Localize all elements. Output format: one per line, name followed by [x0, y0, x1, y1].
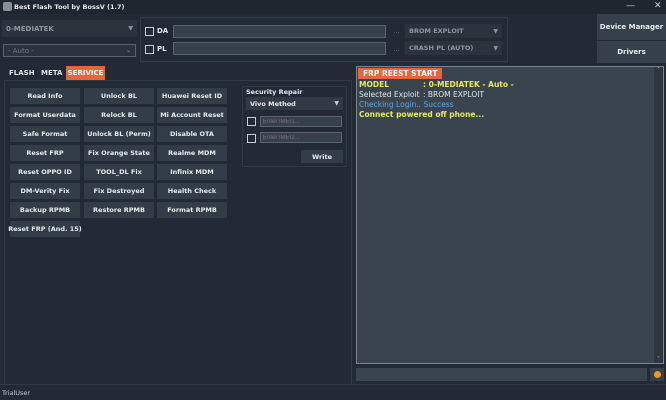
imei1-input[interactable]: [260, 116, 342, 127]
service-button-safe-format[interactable]: Safe Format: [10, 126, 80, 142]
pl-browse-button[interactable]: ...: [393, 45, 400, 53]
service-button-huawei-reset-id[interactable]: Huawei Reset ID: [157, 88, 227, 104]
da-label: DA: [157, 27, 169, 35]
log-scrollbar[interactable]: ˄ ˅: [654, 67, 663, 363]
service-button-restore-rpmb[interactable]: Restore RPMB: [84, 202, 154, 218]
service-button-backup-rpmb[interactable]: Backup RPMB: [10, 202, 80, 218]
service-button-format-userdata[interactable]: Format Userdata: [10, 107, 80, 123]
service-button-format-rpmb[interactable]: Format RPMB: [157, 202, 227, 218]
service-button-reset-oppo-id[interactable]: Reset OPPO ID: [10, 164, 80, 180]
da-select-value: BROM EXPLOIT: [409, 27, 464, 35]
log-header: FRP REEST START: [358, 68, 443, 79]
imei2-checkbox[interactable]: [247, 134, 256, 143]
da-browse-button[interactable]: ...: [393, 27, 400, 35]
app-icon: [3, 2, 12, 11]
log-panel: FRP REEST START MODEL : 0-MEDIATEK - Auto…: [356, 66, 664, 364]
log-key: MODEL: [359, 80, 389, 89]
log-value: : BROM EXPLOIT: [423, 90, 485, 99]
pl-select[interactable]: CRASH PL (AUTO) ▼: [405, 41, 502, 55]
scroll-up-icon[interactable]: ˄: [654, 67, 663, 74]
da-checkbox[interactable]: [145, 27, 154, 36]
chevron-down-icon: ▼: [334, 100, 339, 107]
chevron-down-icon: ▼: [128, 25, 133, 32]
log-key: Selected Exploit: [359, 90, 420, 99]
service-button-reset-frp[interactable]: Reset FRP: [10, 145, 80, 161]
drivers-button[interactable]: Drivers: [597, 41, 666, 63]
tab-meta[interactable]: META: [37, 66, 66, 80]
status-divider: [0, 384, 666, 385]
chevron-down-icon: ▼: [493, 27, 498, 35]
service-button-disable-ota[interactable]: Disable OTA: [157, 126, 227, 142]
status-orange-icon: [653, 371, 661, 378]
service-button-relock-bl[interactable]: Relock BL: [84, 107, 154, 123]
close-button[interactable]: ✕: [654, 1, 662, 11]
mode-combo[interactable]: - Auto - ⌄: [3, 44, 136, 57]
platform-combo[interactable]: 0-MEDIATEK ▼: [2, 20, 137, 37]
method-select[interactable]: Vivo Method ▼: [246, 97, 343, 110]
service-button-fix-orange-state[interactable]: Fix Orange State: [84, 145, 154, 161]
service-button-infinix-mdm[interactable]: Infinix MDM: [157, 164, 227, 180]
pl-select-value: CRASH PL (AUTO): [409, 44, 474, 52]
device-manager-button[interactable]: Device Manager: [597, 14, 666, 40]
method-value: Vivo Method: [250, 99, 296, 108]
log-line: Selected Exploit: BROM EXPLOIT: [359, 90, 484, 99]
send-button[interactable]: [650, 368, 664, 381]
log-line: MODEL : 0-MEDIATEK - Auto -: [359, 80, 514, 89]
scroll-down-icon[interactable]: ˅: [654, 356, 663, 363]
imei2-input[interactable]: [260, 132, 342, 143]
status-user: TrialUser: [2, 389, 31, 397]
da-select[interactable]: BROM EXPLOIT ▼: [405, 24, 502, 38]
log-key: Connect powered off phone...: [359, 110, 485, 119]
da-path-input[interactable]: [173, 25, 386, 38]
mode-value: - Auto -: [8, 46, 34, 55]
service-button-read-info[interactable]: Read Info: [10, 88, 80, 104]
title-bar: Best Flash Tool by BossV (1.7) — ✕: [0, 0, 666, 14]
log-line: Checking Login.. Success: [359, 100, 454, 109]
service-button-mi-account-reset[interactable]: Mi Account Reset: [157, 107, 227, 123]
service-button-tool-dl-fix[interactable]: TOOL_DL Fix: [84, 164, 154, 180]
command-input[interactable]: [356, 368, 647, 381]
chevron-down-icon: ▼: [493, 44, 498, 52]
minimize-button[interactable]: —: [626, 1, 635, 11]
tab-flash[interactable]: FLASH: [5, 66, 39, 80]
pl-label: PL: [157, 45, 167, 53]
platform-value: 0-MEDIATEK: [6, 24, 54, 33]
tab-service[interactable]: SERIVICE: [66, 66, 105, 80]
log-value: : 0-MEDIATEK - Auto -: [423, 80, 514, 89]
window-title: Best Flash Tool by BossV (1.7): [14, 3, 125, 11]
service-button-unlock-bl[interactable]: Unlock BL: [84, 88, 154, 104]
chevron-down-icon: ⌄: [125, 47, 131, 54]
service-button-reset-frp-and-15[interactable]: Reset FRP (And. 15): [8, 221, 82, 237]
security-repair-title: Security Repair: [246, 88, 303, 96]
imei1-checkbox[interactable]: [247, 117, 256, 126]
write-button[interactable]: Write: [301, 150, 343, 163]
service-button-realme-mdm[interactable]: Realme MDM: [157, 145, 227, 161]
log-key: Checking Login.. Success: [359, 100, 454, 109]
pl-checkbox[interactable]: [145, 45, 154, 54]
service-button-unlock-bl-perm[interactable]: Unlock BL (Perm): [84, 126, 154, 142]
service-button-fix-destroyed[interactable]: Fix Destroyed: [84, 183, 154, 199]
service-button-health-check[interactable]: Health Check: [157, 183, 227, 199]
service-button-dm-verity-fix[interactable]: DM-Verity Fix: [10, 183, 80, 199]
pl-path-input[interactable]: [173, 42, 386, 55]
log-line: Connect powered off phone...: [359, 110, 484, 119]
